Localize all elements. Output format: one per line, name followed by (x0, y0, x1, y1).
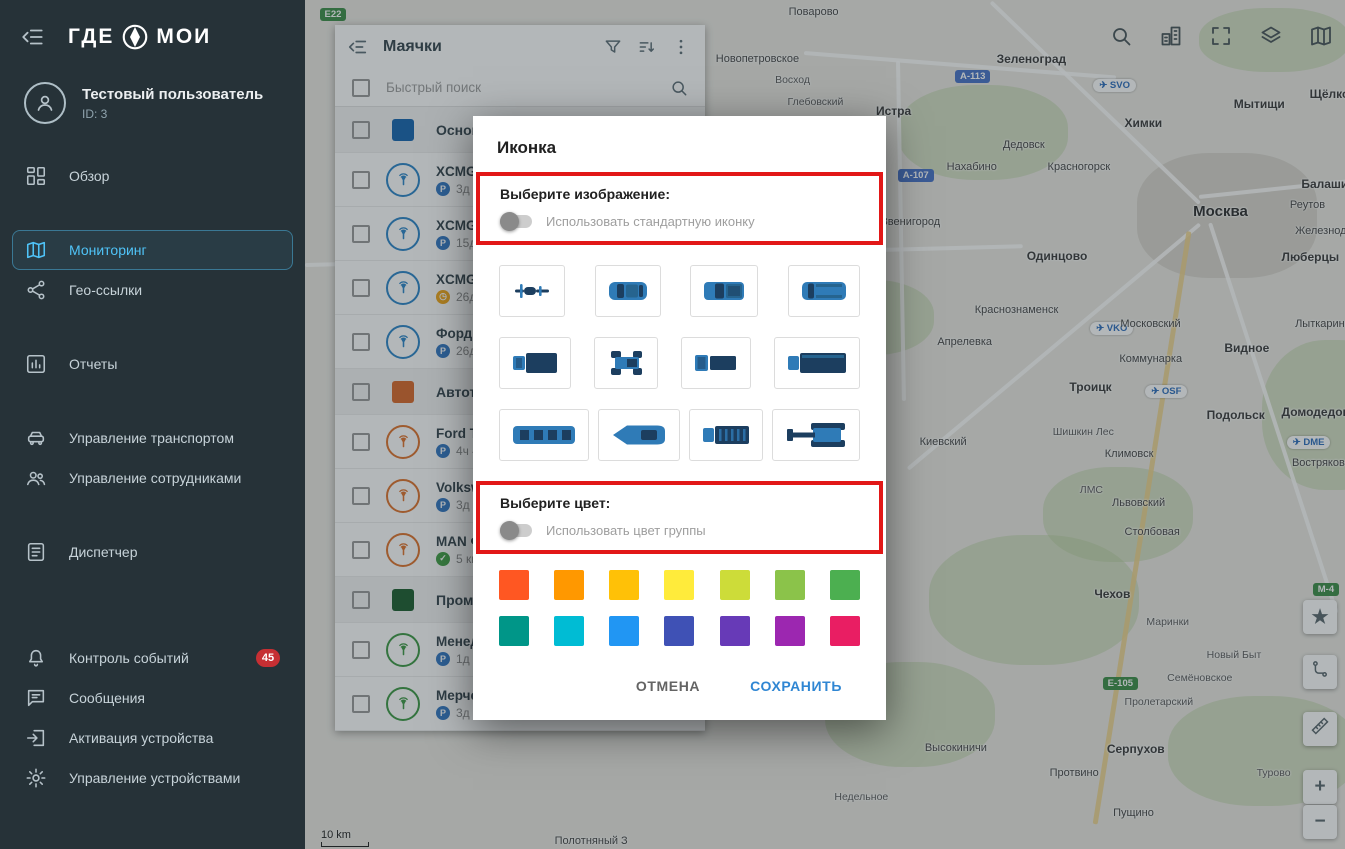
vehicle-icon-truck-trailer[interactable] (689, 409, 763, 461)
color-swatch[interactable] (720, 616, 750, 646)
devices-gear-icon (25, 767, 47, 789)
color-swatch[interactable] (720, 570, 750, 600)
group-color-toggle-label: Использовать цвет группы (546, 523, 706, 538)
color-swatch[interactable] (499, 616, 529, 646)
save-button[interactable]: СОХРАНИТЬ (750, 678, 842, 694)
standard-icon-toggle-row: Использовать стандартную иконку (500, 214, 859, 229)
color-swatch[interactable] (609, 616, 639, 646)
vehicle-icon-long-truck[interactable] (774, 337, 860, 389)
group-color-toggle[interactable] (500, 524, 532, 537)
sidebar-item-messages[interactable]: Сообщения (12, 678, 293, 718)
color-palette-row-2 (473, 616, 886, 646)
color-swatch[interactable] (775, 570, 805, 600)
image-section-label: Выберите изображение: (500, 186, 859, 202)
logo-text-left: ГДЕ (68, 25, 114, 49)
vehicle-icon-box-truck[interactable] (499, 337, 571, 389)
sidebar-item-overview[interactable]: Обзор (12, 156, 293, 196)
sidebar-item-monitoring[interactable]: Мониторинг (12, 230, 293, 270)
standard-icon-toggle[interactable] (500, 215, 532, 228)
color-swatch[interactable] (775, 616, 805, 646)
color-swatch[interactable] (554, 616, 584, 646)
user-profile[interactable]: Тестовый пользователь ID: 3 (0, 60, 305, 134)
sidebar-item-geo-links[interactable]: Гео-ссылки (12, 270, 293, 310)
dispatcher-icon (25, 541, 47, 563)
vehicle-icon-excavator[interactable] (772, 409, 860, 461)
vehicle-icon-pickup[interactable] (690, 265, 758, 317)
vehicle-icon-bus[interactable] (499, 409, 589, 461)
color-swatch[interactable] (664, 616, 694, 646)
color-palette (473, 570, 886, 600)
user-avatar-icon (24, 82, 66, 124)
annotation-highlight-color-section: Выберите цвет: Использовать цвет группы (476, 481, 883, 554)
sidebar-item-dispatcher[interactable]: Диспетчер (12, 532, 293, 572)
vehicle-icon-row-1 (473, 265, 886, 317)
color-swatch[interactable] (554, 570, 584, 600)
color-swatch[interactable] (830, 616, 860, 646)
dashboard-icon (25, 165, 47, 187)
vehicle-icon-minivan[interactable] (788, 265, 860, 317)
color-swatch[interactable] (830, 570, 860, 600)
sidebar-item-device-activation[interactable]: Активация устройства (12, 718, 293, 758)
reports-icon (25, 353, 47, 375)
app-logo: ГДЕ МОИ (68, 22, 211, 52)
sidebar-item-employees[interactable]: Управление сотрудниками (12, 458, 293, 498)
annotation-highlight-image-section: Выберите изображение: Использовать станд… (476, 172, 883, 245)
messages-icon (25, 687, 47, 709)
dialog-title: Иконка (473, 116, 886, 166)
vehicle-icon-motorcycle[interactable] (499, 265, 565, 317)
vehicle-icon-car[interactable] (595, 265, 661, 317)
user-name: Тестовый пользователь (82, 86, 263, 103)
content-area: E22 Поварово Новопетровское Восход Глебо… (305, 0, 1345, 849)
vehicle-icon-row-2 (473, 337, 886, 389)
color-section-label: Выберите цвет: (500, 495, 859, 511)
sidebar-item-device-management[interactable]: Управление устройствами (12, 758, 293, 798)
collapse-menu-icon[interactable] (20, 24, 46, 50)
vehicle-icon-tractor[interactable] (594, 337, 658, 389)
bell-icon (25, 647, 47, 669)
standard-icon-toggle-label: Использовать стандартную иконку (546, 214, 755, 229)
sidebar-item-reports[interactable]: Отчеты (12, 344, 293, 384)
vehicle-icon-row-3 (473, 409, 886, 461)
vehicle-icon-truck[interactable] (681, 337, 751, 389)
user-id: ID: 3 (82, 107, 263, 121)
icon-dialog: Иконка Выберите изображение: Использоват… (473, 116, 886, 720)
map-icon (25, 239, 47, 261)
sidebar-item-transport[interactable]: Управление транспортом (12, 418, 293, 458)
color-swatch[interactable] (499, 570, 529, 600)
logo-text-right: МОИ (156, 25, 211, 49)
toggle-knob (500, 212, 519, 231)
logo-compass-icon (120, 22, 150, 52)
dialog-actions: ОТМЕНА СОХРАНИТЬ (473, 662, 886, 716)
employees-icon (25, 467, 47, 489)
toggle-knob (500, 521, 519, 540)
sidebar: ГДЕ МОИ Тестовый пользователь ID: 3 Обзо… (0, 0, 305, 849)
share-icon (25, 279, 47, 301)
color-swatch[interactable] (609, 570, 639, 600)
vehicle-icon-boat[interactable] (598, 409, 680, 461)
sidebar-nav: Обзор Мониторинг Гео-ссылки Отчеты Управ… (0, 156, 305, 798)
color-swatch[interactable] (664, 570, 694, 600)
sidebar-item-event-control[interactable]: Контроль событий 45 (12, 638, 293, 678)
activation-icon (25, 727, 47, 749)
group-color-toggle-row: Использовать цвет группы (500, 523, 859, 538)
app-window: ГДЕ МОИ Тестовый пользователь ID: 3 Обзо… (0, 0, 1345, 849)
transport-icon (25, 427, 47, 449)
event-count-badge: 45 (256, 649, 280, 667)
cancel-button[interactable]: ОТМЕНА (636, 678, 700, 694)
